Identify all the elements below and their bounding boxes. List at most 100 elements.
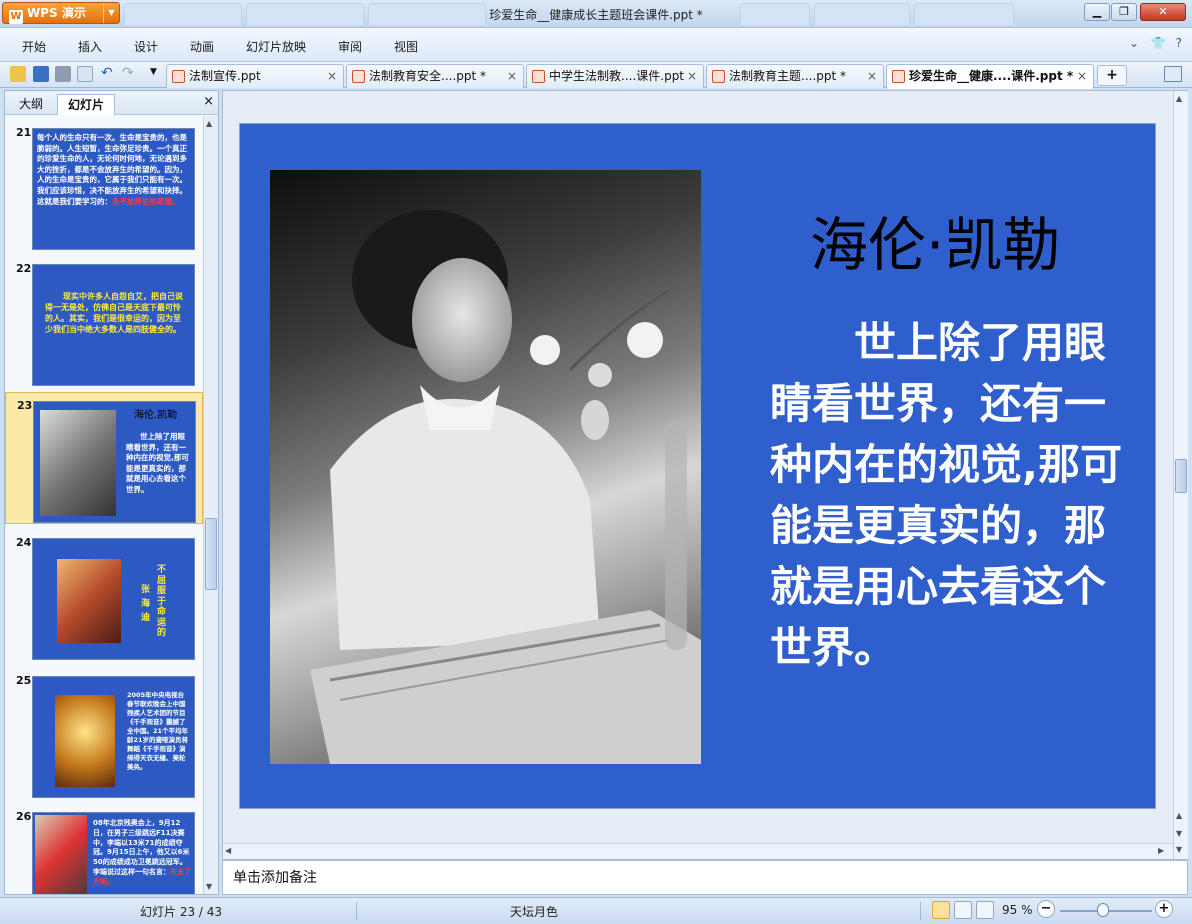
close-panel-icon[interactable]: × (203, 94, 214, 109)
close-tab-icon[interactable]: × (507, 65, 517, 87)
thumbnail-text: 不屈服于命运的 (157, 565, 167, 638)
undo-icon[interactable]: ↶ (101, 65, 113, 81)
chevron-down-icon[interactable]: ⌄ (1129, 36, 1139, 50)
slide-number: 21 (16, 126, 32, 139)
scroll-down-double-icon[interactable]: ▼ (1176, 829, 1182, 838)
zoom-in-button[interactable]: + (1155, 900, 1173, 918)
doc-tab[interactable]: 法制教育主题....ppt * × (706, 64, 884, 88)
slide-thumbnail-23[interactable]: 23 海伦.凯勒 世上除了用眼睛看世界，还有一种内在的视觉,那可能是更真实的，那… (5, 392, 203, 524)
thumbnail-preview: 不屈服于命运的 张海迪 (32, 538, 195, 660)
doc-tab[interactable]: 法制教育安全....ppt * × (346, 64, 524, 88)
slide-number: 23 (17, 399, 33, 412)
doc-tab-active[interactable]: 珍爱生命__健康....课件.ppt * × (886, 64, 1094, 89)
ppt-file-icon (892, 70, 905, 83)
doc-tab[interactable]: 中学生法制教....课件.ppt × (526, 64, 704, 88)
scroll-up-icon[interactable]: ▲ (1176, 94, 1182, 103)
thumbnail-scrollbar[interactable]: ▲ ▼ (203, 116, 218, 894)
slide-number: 25 (16, 674, 32, 687)
close-tab-icon[interactable]: × (687, 65, 697, 87)
ppt-file-icon (712, 70, 725, 83)
menu-insert[interactable]: 插入 (78, 38, 102, 55)
editor-vertical-scrollbar[interactable]: ▲ ▲ ▼ ▼ (1173, 91, 1188, 859)
ppt-file-icon (172, 70, 185, 83)
normal-view-icon[interactable] (932, 901, 950, 919)
slide-photo[interactable] (270, 170, 701, 764)
maximize-button[interactable]: ❐ (1111, 3, 1137, 21)
slide-thumbnail-21[interactable]: 21 每个人的生命只有一次。生命是宝贵的，也是脆弱的。人生短暂，生命弥足珍贵。一… (5, 120, 203, 250)
status-divider (356, 902, 357, 920)
window-title: 珍爱生命__健康成长主题班会课件.ppt * (489, 8, 703, 22)
open-folder-icon[interactable] (10, 66, 26, 82)
notes-field[interactable]: 单击添加备注 (222, 860, 1188, 895)
doc-tab-label: 中学生法制教....课件.ppt (549, 69, 685, 83)
thumbnail-text: 世上除了用眼睛看世界，还有一种内在的视觉,那可能是更真实的，那就是用心去看这个世… (126, 432, 189, 494)
slide-number: 22 (16, 262, 32, 275)
portrait-illustration (310, 210, 701, 764)
thumbnail-preview: 08年北京残奥会上，9月12日，在男子三级跳远F11决赛中，李端以13米71的成… (32, 812, 195, 894)
menu-review[interactable]: 审阅 (338, 38, 362, 55)
minimize-button[interactable]: ▁ (1084, 3, 1110, 21)
menu-design[interactable]: 设计 (134, 38, 158, 55)
ppt-file-icon (352, 70, 365, 83)
slide-panel: 大纲 幻灯片 × 21 每个人的生命只有一次。生命是宝贵的，也是脆弱的。人生短暂… (4, 90, 219, 895)
tab-slides[interactable]: 幻灯片 (57, 94, 116, 115)
panel-tabs: 大纲 幻灯片 × (5, 91, 218, 115)
slide-title[interactable]: 海伦·凯勒 (810, 198, 1060, 282)
slide-thumbnail-26[interactable]: 26 08年北京残奥会上，9月12日，在男子三级跳远F11决赛中，李端以13米7… (5, 804, 203, 894)
slide-thumbnail-22[interactable]: 22 现实中许多人自怨自艾，把自己说得一无是处，仿佛自己是天底下最可怜的人。其实… (5, 256, 203, 386)
scroll-down-icon[interactable]: ▼ (1176, 845, 1182, 854)
slide-body-text[interactable]: 世上除了用眼睛看世界，还有一种内在的视觉,那可能是更真实的，那就是用心去看这个世… (770, 312, 1130, 678)
help-icon[interactable]: ? (1176, 36, 1182, 50)
menu-start[interactable]: 开始 (22, 38, 46, 55)
tab-list-icon[interactable] (1164, 66, 1182, 82)
scroll-thumb[interactable] (1175, 459, 1187, 493)
scroll-right-icon[interactable]: ▶ (1158, 846, 1164, 855)
theme-name: 天坛月色 (510, 905, 559, 919)
scroll-up-icon[interactable]: ▲ (206, 119, 212, 128)
save-icon[interactable] (33, 66, 49, 82)
slide-thumbnail-25[interactable]: 25 2005年中央电视台春节联欢晚会上中国残疾人艺术团的节目《千手观音》震撼了… (5, 668, 203, 798)
slide-sorter-view-icon[interactable] (954, 901, 972, 919)
close-tab-icon[interactable]: × (1077, 65, 1087, 87)
close-tab-icon[interactable]: × (327, 65, 337, 87)
zoom-level: 95 % (1002, 903, 1033, 917)
current-slide[interactable]: 海伦·凯勒 世上除了用眼睛看世界，还有一种内在的视觉,那可能是更真实的，那就是用… (239, 123, 1156, 809)
doc-tab-label: 珍爱生命__健康....课件.ppt * (909, 69, 1074, 83)
scroll-left-icon[interactable]: ◀ (225, 846, 231, 855)
ppt-file-icon (532, 70, 545, 83)
doc-tab-label: 法制教育安全....ppt * (369, 69, 487, 83)
print-preview-icon[interactable] (77, 66, 93, 82)
zoom-out-button[interactable]: − (1037, 900, 1055, 918)
tab-outline[interactable]: 大纲 (9, 94, 53, 115)
close-window-button[interactable]: ✕ (1140, 3, 1186, 21)
thumbnail-title: 海伦.凯勒 (134, 410, 178, 421)
zoom-slider-knob[interactable] (1097, 903, 1109, 917)
thumbnail-preview: 海伦.凯勒 世上除了用眼睛看世界，还有一种内在的视觉,那可能是更真实的，那就是用… (33, 401, 196, 523)
thumbnail-name: 张海迪 (141, 585, 151, 623)
slide-editor: 海伦·凯勒 世上除了用眼睛看世界，还有一种内在的视觉,那可能是更真实的，那就是用… (222, 90, 1188, 860)
thumbnail-photo (57, 559, 121, 643)
thumbnail-preview: 每个人的生命只有一次。生命是宝贵的，也是脆弱的。人生短暂，生命弥足珍贵。一个真正… (32, 128, 195, 250)
thumbnail-highlight: 永不放弃生的希望。 (112, 196, 180, 206)
scroll-up-double-icon[interactable]: ▲ (1176, 811, 1182, 820)
close-tab-icon[interactable]: × (867, 65, 877, 87)
doc-tab[interactable]: 法制宣传.ppt × (166, 64, 344, 88)
print-icon[interactable] (55, 66, 71, 82)
editor-horizontal-scrollbar[interactable]: ◀ ▶ (223, 843, 1173, 858)
menu-slideshow[interactable]: 幻灯片放映 (246, 38, 306, 55)
redo-icon[interactable]: ↷ (122, 65, 134, 81)
thumbnail-preview: 2005年中央电视台春节联欢晚会上中国残疾人艺术团的节目《千手观音》震撼了全中国… (32, 676, 195, 798)
doc-tab-label: 法制宣传.ppt (189, 69, 261, 83)
thumbnail-body: 每个人的生命只有一次。生命是宝贵的，也是脆弱的。人生短暂，生命弥足珍贵。一个真正… (37, 133, 187, 206)
slide-thumbnail-24[interactable]: 24 不屈服于命运的 张海迪 (5, 530, 203, 660)
new-tab-button[interactable]: + (1097, 65, 1127, 86)
shirt-skin-icon[interactable]: 👕 (1151, 36, 1166, 50)
toolbar-dropdown-icon[interactable]: ▼ (150, 67, 157, 77)
thumbnail-text: 现实中许多人自怨自艾，把自己说得一无是处，仿佛自己是天底下最可怜的人。其实，我们… (45, 292, 183, 334)
menu-animation[interactable]: 动画 (190, 38, 214, 55)
scroll-down-icon[interactable]: ▼ (206, 882, 212, 891)
scroll-thumb[interactable] (205, 518, 217, 590)
slideshow-view-icon[interactable] (976, 901, 994, 919)
menu-view[interactable]: 视图 (394, 38, 418, 55)
thumbnail-preview: 现实中许多人自怨自艾，把自己说得一无是处，仿佛自己是天底下最可怜的人。其实，我们… (32, 264, 195, 386)
